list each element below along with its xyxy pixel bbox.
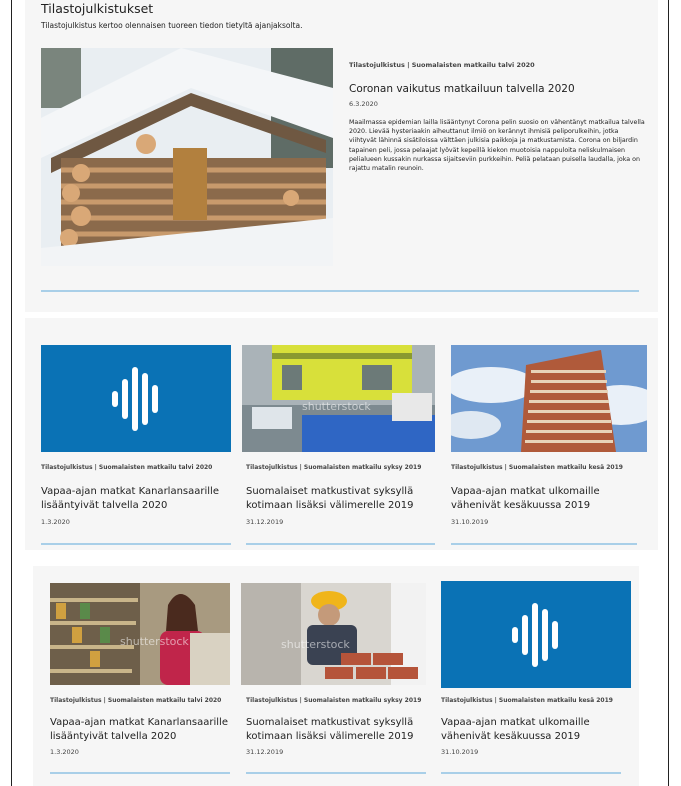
card-2-category[interactable]: Tilastojulkistus | Suomalaisten matkailu… [246, 464, 421, 471]
card-4-category[interactable]: Tilastojulkistus | Suomalaisten matkailu… [50, 697, 221, 704]
card-4-date: 1.3.2020 [50, 748, 79, 756]
card-3-divider [451, 543, 637, 545]
card-6-title-line-2: vähenivät kesäkuussa 2019 [441, 731, 581, 742]
card-3-title-line-1: Vapaa-ajan matkat ulkomaille [451, 486, 600, 497]
card-5-watermark: shutterstock [281, 638, 350, 651]
card-5-image-bricklayer[interactable]: shutterstock [241, 583, 426, 685]
card-4-title-line-2: lisääntyivät talvella 2020 [50, 731, 177, 742]
card-3-date: 31.10.2019 [451, 518, 489, 526]
card-1-title-line-2: lisääntyivät talvella 2020 [41, 500, 168, 511]
page-border-right [668, 0, 669, 786]
card-2-title-line-2: kotimaan lisäksi välimerelle 2019 [246, 500, 414, 511]
featured-image-log-sauna[interactable] [41, 48, 333, 266]
card-1-title-line-1: Vapaa-ajan matkat Kanarlansaarille [41, 486, 219, 497]
card-2-title[interactable]: Suomalaiset matkustivat syksyllä kotimaa… [246, 485, 414, 513]
card-4-watermark: shutterstock [120, 635, 189, 648]
card-5-title-line-2: kotimaan lisäksi välimerelle 2019 [246, 731, 414, 742]
card-5-date: 31.12.2019 [246, 748, 284, 756]
featured-divider [41, 290, 639, 292]
card-6-title[interactable]: Vapaa-ajan matkat ulkomaille vähenivät k… [441, 716, 590, 744]
card-5-title-line-1: Suomalaiset matkustivat syksyllä [246, 717, 414, 728]
statistics-logo-icon [112, 366, 158, 431]
card-2-date: 31.12.2019 [246, 518, 284, 526]
featured-body: Maailmassa epidemian lailla lisääntynyt … [349, 119, 645, 173]
card-1-title[interactable]: Vapaa-ajan matkat Kanarlansaarille lisää… [41, 485, 219, 513]
featured-title[interactable]: Coronan vaikutus matkailuun talvella 202… [349, 83, 575, 95]
card-1-date: 1.3.2020 [41, 518, 70, 526]
card-6-title-line-1: Vapaa-ajan matkat ulkomaille [441, 717, 590, 728]
card-4-image-grocery-store[interactable]: shutterstock [50, 583, 230, 685]
card-1-divider [41, 543, 231, 545]
card-4-title-line-1: Vapaa-ajan matkat Kanarlansaarille [50, 717, 228, 728]
card-2-watermark: shutterstock [302, 400, 371, 413]
card-1-image-statistics-logo[interactable] [41, 345, 231, 452]
card-3-title[interactable]: Vapaa-ajan matkat ulkomaille vähenivät k… [451, 485, 600, 513]
page-title: Tilastojulkistukset [41, 1, 154, 16]
card-4-title[interactable]: Vapaa-ajan matkat Kanarlansaarille lisää… [50, 716, 228, 744]
featured-date: 6.3.2020 [349, 100, 378, 108]
card-5-category[interactable]: Tilastojulkistus | Suomalaisten matkailu… [246, 697, 421, 704]
statistics-logo-icon [512, 602, 558, 667]
card-3-image-apartment-tower[interactable] [451, 345, 647, 452]
featured-category[interactable]: Tilastojulkistus | Suomalaisten matkailu… [349, 61, 535, 69]
card-5-divider [246, 772, 426, 774]
card-5-title[interactable]: Suomalaiset matkustivat syksyllä kotimaa… [246, 716, 414, 744]
card-2-title-line-1: Suomalaiset matkustivat syksyllä [246, 486, 414, 497]
card-1-category[interactable]: Tilastojulkistus | Suomalaisten matkailu… [41, 464, 212, 471]
card-3-title-line-2: vähenivät kesäkuussa 2019 [451, 500, 591, 511]
card-6-category[interactable]: Tilastojulkistus | Suomalaisten matkailu… [441, 697, 613, 704]
card-3-category[interactable]: Tilastojulkistus | Suomalaisten matkailu… [451, 464, 623, 471]
card-6-date: 31.10.2019 [441, 748, 479, 756]
card-2-image-ferry-terminal[interactable]: shutterstock [242, 345, 435, 452]
card-2-divider [246, 543, 435, 545]
page-border-left [11, 0, 12, 786]
card-4-divider [50, 772, 230, 774]
card-6-divider [441, 772, 621, 774]
card-6-image-statistics-logo[interactable] [441, 581, 631, 688]
page-subtitle: Tilastojulkistus kertoo olennaisen tuore… [41, 21, 303, 30]
